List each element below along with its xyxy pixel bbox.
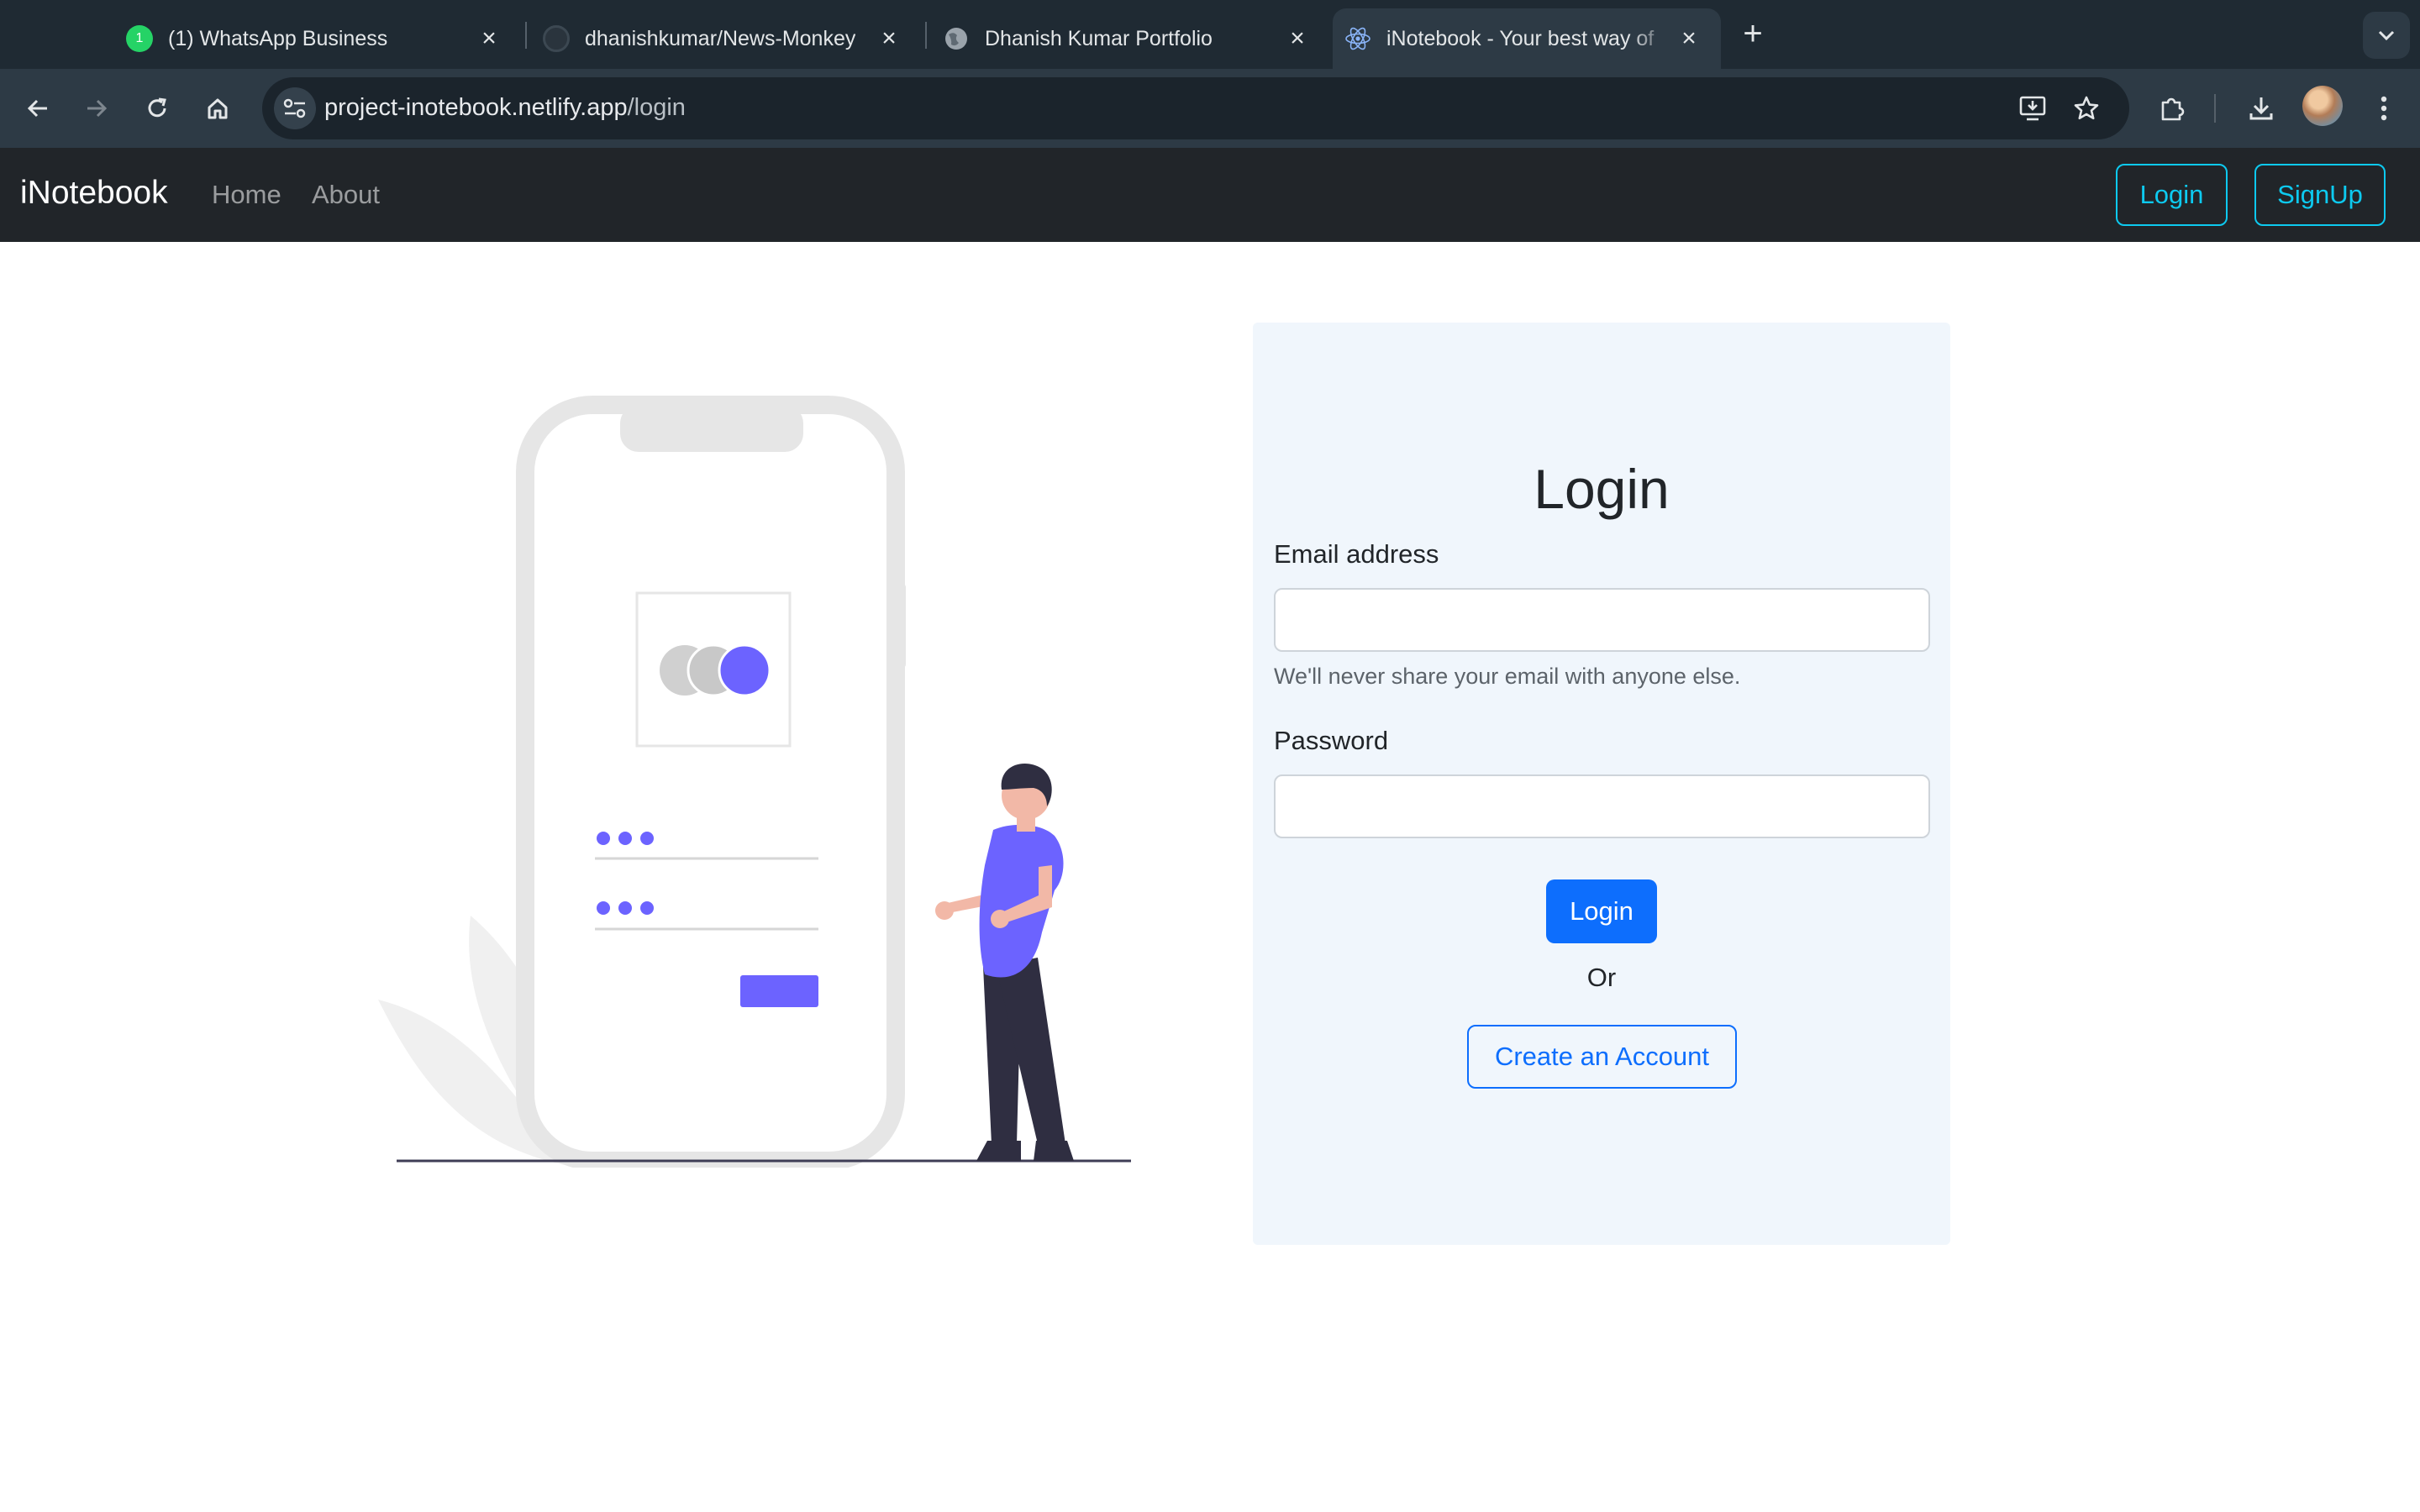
arrow-left-icon <box>27 99 47 118</box>
more-vertical-icon <box>2381 96 2387 121</box>
tab-divider <box>525 22 527 49</box>
url-host: project-inotebook.netlify.app <box>324 94 628 121</box>
puzzle-icon <box>2161 97 2185 121</box>
tab-title: (1) WhatsApp Business <box>168 26 388 50</box>
navbar-brand[interactable]: iNotebook <box>20 175 168 212</box>
profile-avatar[interactable] <box>2302 86 2343 126</box>
download-icon <box>2249 97 2273 120</box>
home-button[interactable] <box>197 87 239 129</box>
install-app-icon[interactable] <box>2012 87 2054 129</box>
password-label: Password <box>1274 726 1389 755</box>
downloads-button[interactable] <box>2240 87 2282 129</box>
password-field[interactable] <box>1274 774 1930 838</box>
tab-title: dhanishkumar/News-Monkey <box>585 26 856 50</box>
url-path: /login <box>627 94 686 121</box>
toolbar-divider <box>2214 94 2216 123</box>
reload-button[interactable] <box>136 87 178 129</box>
whatsapp-icon: 1 <box>126 25 153 52</box>
bookmark-star-icon[interactable] <box>2065 87 2107 129</box>
profile-card-graphic <box>635 591 792 748</box>
close-tab-icon[interactable]: × <box>1676 25 1702 52</box>
or-separator: Or <box>1586 963 1617 992</box>
site-settings-icon[interactable] <box>274 87 316 129</box>
nav-link-home[interactable]: Home <box>212 180 281 210</box>
forward-button[interactable] <box>76 87 118 129</box>
login-submit-button[interactable]: Login <box>1546 879 1657 943</box>
tab-github[interactable]: dhanishkumar/News-Monkey × <box>543 8 921 69</box>
login-heading: Login <box>1534 458 1670 520</box>
url-text[interactable]: project-inotebook.netlify.app/login <box>324 94 686 122</box>
extensions-button[interactable] <box>2151 87 2193 129</box>
navbar-signup-button[interactable]: SignUp <box>2254 164 2386 226</box>
create-account-button[interactable]: Create an Account <box>1467 1025 1737 1089</box>
new-tab-button[interactable]: + <box>1736 15 1770 52</box>
reload-icon <box>148 97 166 118</box>
close-tab-icon[interactable]: × <box>1284 25 1311 52</box>
home-icon <box>208 98 228 119</box>
browser-menu-button[interactable] <box>2363 87 2405 129</box>
tab-title: Dhanish Kumar Portfolio <box>985 26 1213 50</box>
react-icon <box>1344 25 1371 52</box>
tab-search-button[interactable] <box>2363 12 2410 59</box>
tab-inotebook-active[interactable]: iNotebook - Your best way of × <box>1333 8 1721 69</box>
arrow-right-icon <box>87 99 108 118</box>
close-tab-icon[interactable]: × <box>876 25 902 52</box>
chevron-down-icon <box>2378 30 2395 41</box>
tab-portfolio[interactable]: Dhanish Kumar Portfolio × <box>943 8 1329 69</box>
back-button[interactable] <box>17 87 59 129</box>
close-tab-icon[interactable]: × <box>476 25 502 52</box>
address-bar[interactable]: project-inotebook.netlify.app/login <box>262 77 2129 139</box>
phone-outline <box>516 396 906 1168</box>
navbar-login-button[interactable]: Login <box>2116 164 2228 226</box>
tab-whatsapp[interactable]: 1 (1) WhatsApp Business × <box>126 8 521 69</box>
email-label: Email address <box>1274 539 1439 569</box>
nav-link-about[interactable]: About <box>312 180 380 210</box>
app-navbar: iNotebook Home About Login SignUp <box>0 148 2420 242</box>
browser-toolbar: project-inotebook.netlify.app/login <box>0 69 2420 148</box>
tab-title: iNotebook - Your best way of <box>1386 26 1655 50</box>
globe-icon <box>943 25 970 52</box>
github-icon <box>543 25 570 52</box>
tab-divider <box>925 22 927 49</box>
email-field[interactable] <box>1274 588 1930 652</box>
browser-tab-strip: 1 (1) WhatsApp Business × dhanishkumar/N… <box>0 0 2420 69</box>
login-illustration <box>378 396 1131 1168</box>
person-figure <box>935 763 1074 1161</box>
email-help-text: We'll never share your email with anyone… <box>1274 664 1741 689</box>
login-card: Login Email address We'll never share yo… <box>1253 323 1950 1245</box>
